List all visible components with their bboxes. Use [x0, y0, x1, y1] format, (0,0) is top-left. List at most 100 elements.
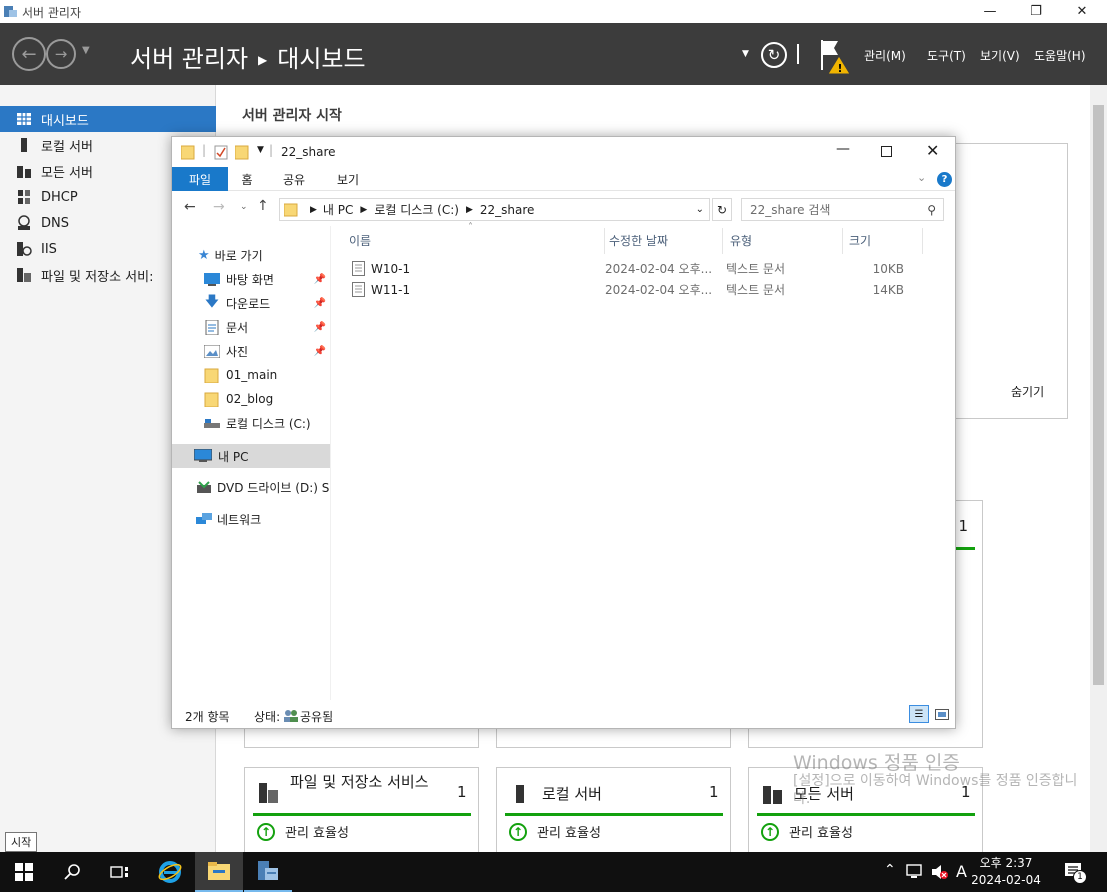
tab-home[interactable]: 홈 [232, 167, 262, 191]
address-segment[interactable]: 로컬 디스크 (C:) [374, 201, 459, 218]
tile-count: 1 [457, 783, 467, 801]
nav-folder-01-main[interactable]: 01_main [172, 364, 330, 386]
column-header-type[interactable]: 유형 [730, 232, 752, 252]
tile-row-manageability[interactable]: ↑ 관리 효율성 [257, 822, 349, 841]
show-hidden-icons-icon[interactable]: ⌃ [884, 862, 896, 878]
taskbar-server-manager[interactable] [244, 852, 292, 892]
column-separator[interactable] [922, 228, 923, 254]
clock[interactable]: 오후 2:37 2024-02-04 [970, 855, 1042, 889]
taskbar: ⌃ A 오후 2:37 2024-02-04 1 [0, 852, 1107, 892]
ribbon-expand-icon[interactable]: ⌄ [917, 171, 926, 184]
menu-view[interactable]: 보기(V) [980, 47, 1020, 64]
scrollbar-thumb[interactable] [1093, 105, 1104, 685]
tile-local-server[interactable]: 로컬 서버 1 ↑ 관리 효율성 [496, 767, 731, 857]
menu-manage[interactable]: 관리(M) [864, 47, 906, 64]
column-header-date[interactable]: 수정한 날짜 [609, 232, 668, 252]
breadcrumb-separator-icon: ▶ [258, 53, 268, 67]
nav-desktop[interactable]: 바탕 화면 📌 [172, 268, 330, 290]
text-file-icon [352, 282, 365, 297]
nav-label: 네트워크 [217, 512, 262, 527]
help-icon[interactable]: ? [937, 172, 952, 187]
tab-view[interactable]: 보기 [330, 167, 366, 191]
details-view-icon[interactable]: ☰ [909, 705, 929, 723]
pane-splitter[interactable] [330, 226, 331, 700]
column-separator[interactable] [604, 228, 605, 254]
explorer-minimize-button[interactable]: — [836, 141, 850, 157]
new-folder-icon[interactable] [235, 144, 249, 160]
tile-status-bar [757, 813, 975, 816]
address-input[interactable]: ▶ 내 PC ▶ 로컬 디스크 (C:) ▶ 22_share ⌄ [279, 198, 710, 221]
tile-file-storage[interactable]: 파일 및 저장소 서비스 1 ↑ 관리 효율성 [244, 767, 479, 857]
tile-row-manageability[interactable]: ↑ 관리 효율성 [509, 822, 601, 841]
file-row[interactable]: W11-1 2024-02-04 오후... 텍스트 문서 14KB [346, 279, 946, 300]
explorer-maximize-button[interactable] [881, 146, 892, 157]
column-header-size[interactable]: 크기 [849, 232, 871, 252]
main-scrollbar[interactable] [1090, 85, 1107, 853]
nav-local-disk[interactable]: 로컬 디스크 (C:) [172, 412, 330, 434]
menu-help[interactable]: 도움말(H) [1034, 47, 1086, 64]
up-arrow-icon[interactable]: ↑ [257, 198, 269, 214]
tab-file[interactable]: 파일 [172, 167, 228, 191]
column-separator[interactable] [722, 228, 723, 254]
history-dropdown-icon[interactable]: ▼ [82, 45, 90, 56]
nav-folder-02-blog[interactable]: 02_blog [172, 388, 330, 410]
large-icons-view-icon[interactable] [932, 705, 952, 723]
sidebar-item-dashboard[interactable]: 대시보드 [0, 106, 216, 132]
forward-arrow-icon[interactable]: → [213, 199, 225, 215]
close-button[interactable]: ✕ [1059, 0, 1105, 23]
text-file-icon [352, 261, 365, 276]
network-status-icon[interactable] [906, 864, 924, 880]
minimize-button[interactable]: — [967, 0, 1013, 23]
action-center-button[interactable]: 1 [1064, 862, 1087, 884]
server-icon [21, 138, 27, 152]
restore-button[interactable]: ❐ [1013, 0, 1059, 23]
refresh-icon[interactable]: ↻ [761, 42, 787, 68]
sidebar-item-label: 모든 서버 [41, 165, 93, 181]
search-input[interactable]: 22_share 검색 ⚲ [741, 198, 944, 221]
explorer-window[interactable]: | ▼ | 22_share — ✕ 파일 홈 공유 보기 ⌄ ? ← → ⌄ … [171, 136, 956, 729]
back-arrow-icon[interactable]: ← [184, 199, 196, 215]
tile-row-label: 관리 효율성 [537, 826, 601, 841]
task-view-button[interactable] [96, 852, 144, 892]
nav-dvd-drive[interactable]: DVD 드라이브 (D:) S [172, 476, 330, 498]
menu-tools[interactable]: 도구(T) [927, 47, 966, 64]
folder-icon [204, 368, 219, 383]
nav-pictures[interactable]: 사진 📌 [172, 340, 330, 362]
volume-muted-icon[interactable] [931, 864, 949, 880]
nav-network[interactable]: 네트워크 [172, 508, 330, 530]
start-button[interactable] [0, 852, 48, 892]
input-method-indicator[interactable]: A [956, 862, 967, 881]
refresh-icon[interactable]: ↻ [712, 198, 732, 221]
nav-this-pc[interactable]: 내 PC [172, 444, 330, 468]
address-segment[interactable]: 22_share [480, 203, 535, 217]
file-row[interactable]: W10-1 2024-02-04 오후... 텍스트 문서 10KB [346, 258, 946, 279]
tile-row-manageability[interactable]: ↑ 관리 효율성 [761, 822, 853, 841]
qat-dropdown-icon[interactable]: ▼ [257, 145, 264, 155]
notification-flag-icon[interactable]: ! [818, 38, 852, 76]
explorer-close-button[interactable]: ✕ [926, 141, 939, 160]
folder-icon [181, 145, 195, 160]
back-button[interactable]: ← [12, 37, 46, 71]
recent-locations-icon[interactable]: ⌄ [240, 202, 248, 212]
search-button[interactable] [48, 852, 96, 892]
address-segment[interactable]: 내 PC [323, 201, 353, 218]
column-separator[interactable] [842, 228, 843, 254]
nav-downloads[interactable]: 🡇 다운로드 📌 [172, 292, 330, 314]
taskbar-explorer[interactable] [195, 852, 243, 892]
nav-label: 로컬 디스크 (C:) [226, 416, 311, 431]
taskbar-ie[interactable] [146, 852, 194, 892]
breadcrumb-dropdown-icon[interactable]: ▼ [742, 49, 749, 59]
breadcrumb: 서버 관리자 ▶ 대시보드 [130, 39, 366, 74]
hide-link[interactable]: 숨기기 [1011, 383, 1044, 400]
tab-share[interactable]: 공유 [276, 167, 312, 191]
sidebar-item-label: IIS [41, 241, 57, 257]
column-header-name[interactable]: 이름 [349, 232, 371, 252]
nav-label: 다운로드 [226, 296, 271, 311]
nav-documents[interactable]: 문서 📌 [172, 316, 330, 338]
forward-button[interactable]: → [46, 39, 76, 69]
address-dropdown-icon[interactable]: ⌄ [696, 204, 704, 215]
breadcrumb-page: 대시보드 [277, 45, 366, 73]
nav-quick-access[interactable]: ★ 바로 가기 [172, 244, 330, 266]
properties-icon[interactable] [214, 144, 228, 160]
tile-count: 1 [709, 783, 719, 801]
